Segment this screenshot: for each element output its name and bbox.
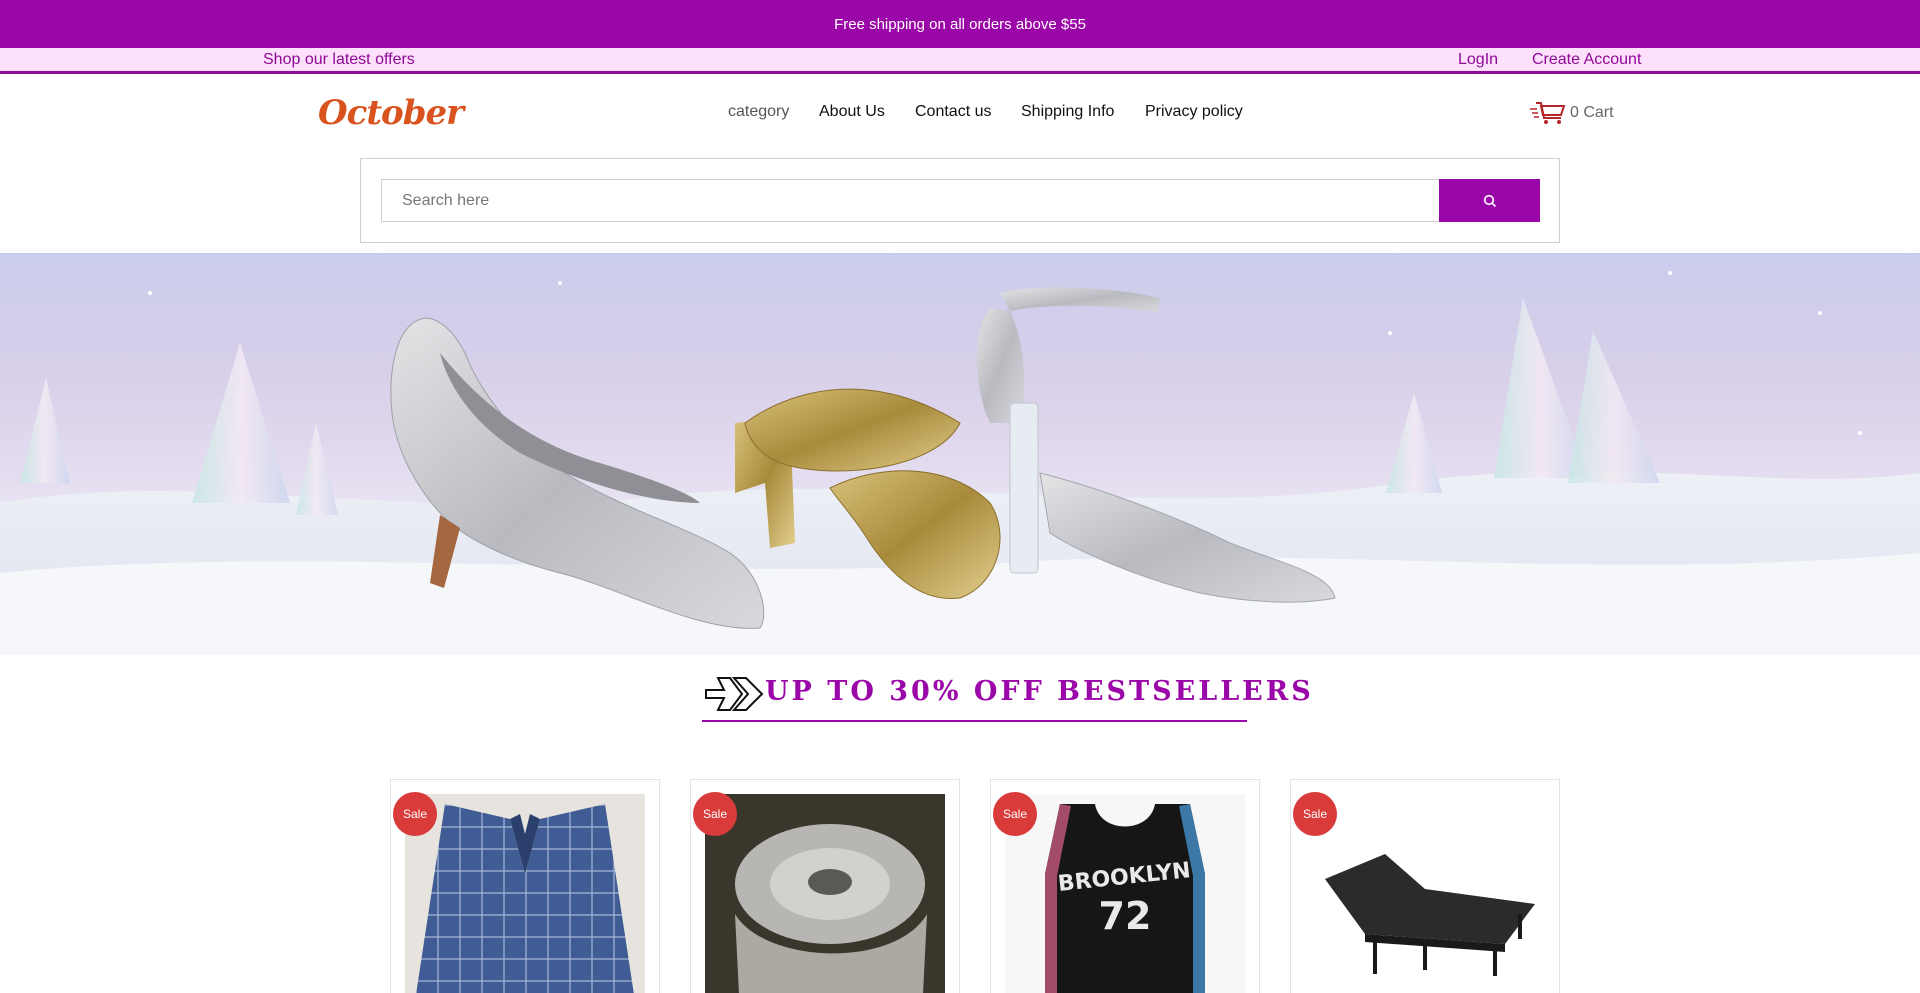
site-logo[interactable]: October xyxy=(318,92,464,134)
product-card[interactable]: Sale xyxy=(390,779,660,993)
cart-label: 0 Cart xyxy=(1570,104,1614,121)
product-image[interactable]: BROOKLYN 72 xyxy=(1005,794,1245,993)
product-card[interactable]: Sale xyxy=(1290,779,1560,993)
hero-banner[interactable] xyxy=(0,253,1920,655)
product-card[interactable]: Sale xyxy=(690,779,960,993)
latest-offers-link[interactable]: Shop our latest offers xyxy=(263,51,415,69)
create-account-link[interactable]: Create Account xyxy=(1532,51,1641,69)
nav-shipping-info[interactable]: Shipping Info xyxy=(1021,103,1114,121)
hero-image xyxy=(0,271,1920,655)
nav-contact-us[interactable]: Contact us xyxy=(915,103,991,121)
nav-category[interactable]: category xyxy=(728,103,789,121)
sale-badge: Sale xyxy=(693,792,737,836)
jersey-number: 72 xyxy=(1099,894,1152,938)
account-bar: Shop our latest offers LogIn Create Acco… xyxy=(0,48,1920,74)
nav-about-us[interactable]: About Us xyxy=(819,103,885,121)
product-image[interactable] xyxy=(405,794,645,993)
double-chevron-right-icon xyxy=(705,677,764,711)
product-image[interactable] xyxy=(705,794,945,993)
sale-badge: Sale xyxy=(993,792,1037,836)
logo-wordmark: October xyxy=(318,93,464,133)
cart-button[interactable]: 0 Cart xyxy=(1530,100,1614,126)
search-panel xyxy=(360,158,1560,243)
search-button[interactable] xyxy=(1439,179,1540,222)
product-card[interactable]: Sale BROOKLYN 72 xyxy=(990,779,1260,993)
search-input[interactable] xyxy=(381,179,1439,222)
search-icon xyxy=(1483,194,1496,207)
announcement-text: Free shipping on all orders above $55 xyxy=(834,16,1086,33)
cart-icon xyxy=(1530,102,1566,124)
sale-badge: Sale xyxy=(1293,792,1337,836)
login-link[interactable]: LogIn xyxy=(1458,51,1498,69)
announcement-bar: Free shipping on all orders above $55 xyxy=(0,0,1920,48)
sale-badge: Sale xyxy=(393,792,437,836)
nav-privacy-policy[interactable]: Privacy policy xyxy=(1145,103,1243,121)
product-image[interactable] xyxy=(1305,794,1545,993)
promo-title: UP TO 30% OFF BESTSELLERS xyxy=(765,676,1314,707)
promo-heading: UP TO 30% OFF BESTSELLERS xyxy=(702,672,1311,722)
